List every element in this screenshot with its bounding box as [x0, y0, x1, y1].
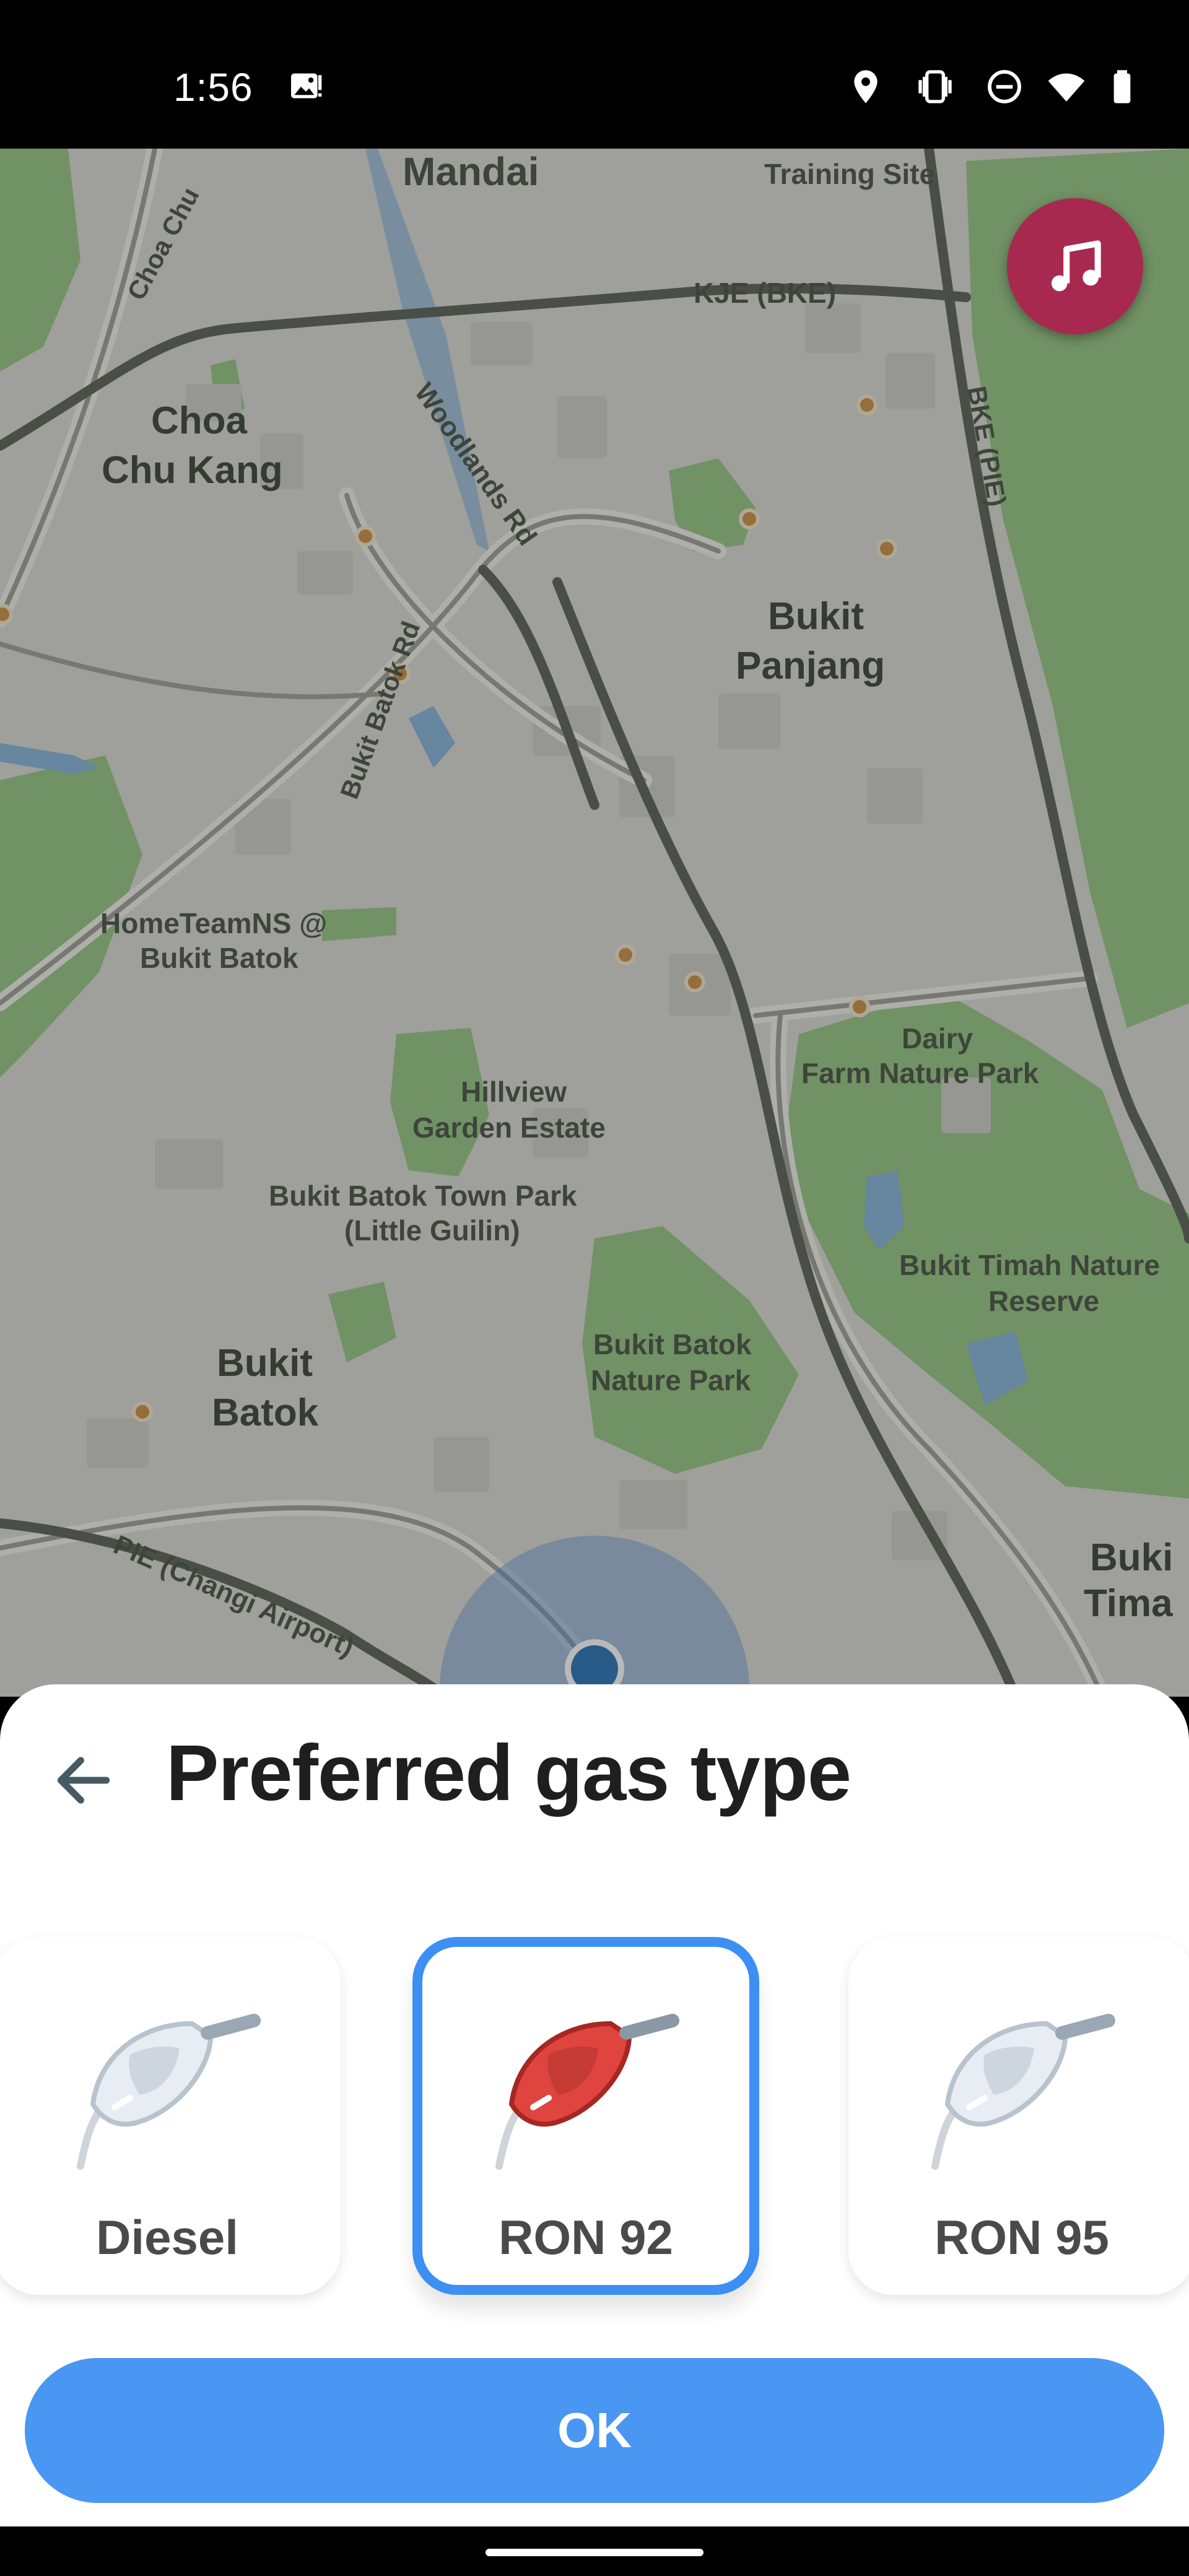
map-label: Bukit Batok Town Park [269, 1180, 577, 1212]
map-label: Bukit Batok [140, 942, 298, 974]
home-gesture-handle[interactable] [486, 2549, 703, 2556]
map-label: Panjang [736, 645, 886, 687]
status-time: 1:56 [173, 65, 253, 110]
battery-icon [1102, 67, 1142, 107]
map-label: Bukit Timah Nature [899, 1249, 1160, 1281]
map-label: Choa [151, 399, 247, 442]
map-label: Nature Park [591, 1364, 751, 1396]
map-label: Bukit Batok [593, 1328, 752, 1360]
location-icon [846, 67, 886, 107]
map-label: Buki [1090, 1536, 1174, 1579]
map-view[interactable]: Mandai Training Site Choa Chu KJE (BKE) … [0, 149, 1189, 1697]
fuel-nozzle-icon [931, 2014, 1115, 2170]
music-note-icon [1051, 240, 1101, 292]
map-label: Chu Kang [102, 449, 283, 492]
vibrate-icon [915, 67, 955, 107]
arrow-left-icon [57, 1757, 110, 1804]
back-button[interactable] [43, 1740, 124, 1821]
gas-option-label: RON 92 [499, 2210, 673, 2265]
status-bar: 1:56 [0, 0, 1189, 149]
map-label: Hillview [461, 1076, 567, 1108]
map-label: HomeTeamNS @ [100, 907, 328, 939]
music-button[interactable] [1007, 198, 1143, 334]
map-label: Dairy [902, 1022, 973, 1055]
wifi-icon [1047, 67, 1086, 107]
fuel-nozzle-icon [77, 2014, 261, 2170]
map-label: Reserve [988, 1285, 1100, 1317]
gas-option-diesel[interactable]: Diesel [0, 1937, 341, 2295]
map-label: Tima [1084, 1582, 1173, 1625]
map-label: Mandai [403, 149, 539, 194]
fuel-nozzle-icon [495, 2014, 679, 2170]
gas-option-label: RON 95 [934, 2210, 1109, 2265]
do-not-disturb-icon [985, 67, 1024, 107]
map-label: (Little Guilin) [344, 1214, 520, 1247]
gas-option-ron-92[interactable]: RON 92 [412, 1937, 759, 2295]
map-label: Garden Estate [412, 1112, 606, 1144]
map-label: Training Site [764, 158, 936, 190]
map-label: Bukit [768, 595, 864, 638]
map-label: Batok [212, 1391, 319, 1434]
sheet-title: Preferred gas type [166, 1729, 851, 1817]
map-label: Farm Nature Park [801, 1057, 1039, 1089]
gas-option-ron-95[interactable]: RON 95 [848, 1937, 1189, 2295]
ok-button[interactable]: OK [25, 2358, 1164, 2503]
gallery-icon [286, 67, 326, 107]
map-label: KJE (BKE) [694, 277, 837, 309]
gas-option-label: Diesel [96, 2210, 238, 2265]
map-label: Bukit [217, 1342, 313, 1385]
